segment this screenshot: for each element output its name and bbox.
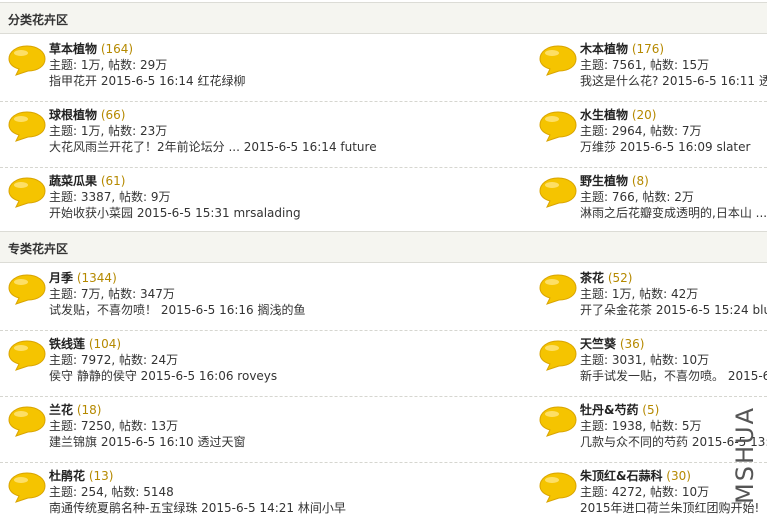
forum-name[interactable]: 野生植物 [580,174,628,188]
forum-stats: 主题: 254, 帖数: 5148 [49,485,174,499]
row-separator [0,330,767,331]
forum-last-post[interactable]: 新手试发一贴，不喜勿喷。 2015-6 [580,368,767,384]
forum-stats: 主题: 3031, 帖数: 10万 [580,353,710,367]
forum-name[interactable]: 杜鹃花 [49,469,85,483]
forum-item[interactable]: 蔬菜瓜果 (61) 主题: 3387, 帖数: 9万 开始收获小菜园 2015-6-… [7,173,527,235]
forum-name[interactable]: 木本植物 [580,42,628,56]
forum-name[interactable]: 牡丹&芍药 [580,403,638,417]
forum-today-count: (61) [100,174,126,188]
forum-item[interactable]: 月季 (1344) 主题: 7万, 帖数: 347万 试发贴，不喜勿喷！ 2015-… [7,270,527,332]
forum-name[interactable]: 兰花 [49,403,73,417]
row-separator [0,167,767,168]
forum-item[interactable]: 茶花 (52) 主题: 1万, 帖数: 42万 开了朵金花茶 2015-6-5 15… [538,270,767,332]
forum-item[interactable]: 木本植物 (176) 主题: 7561, 帖数: 15万 我这是什么花? 2015-… [538,41,767,103]
forum-name[interactable]: 草本植物 [49,42,97,56]
forum-bubble-icon[interactable] [538,44,578,76]
forum-last-post[interactable]: 淋雨之后花瓣变成透明的,日本山 ... [580,205,767,221]
forum-stats: 主题: 7972, 帖数: 24万 [49,353,179,367]
forum-stats: 主题: 1万, 帖数: 29万 [49,58,168,72]
forum-name[interactable]: 球根植物 [49,108,97,122]
forum-name[interactable]: 铁线莲 [49,337,85,351]
forum-bubble-icon[interactable] [7,405,47,437]
forum-item[interactable]: 水生植物 (20) 主题: 2964, 帖数: 7万 万维莎 2015-6-5 16… [538,107,767,169]
forum-last-post[interactable]: 开了朵金花茶 2015-6-5 15:24 blue [580,302,767,318]
forum-last-post[interactable]: 万维莎 2015-6-5 16:09 slater [580,139,750,155]
forum-item[interactable]: 野生植物 (8) 主题: 766, 帖数: 2万 淋雨之后花瓣变成透明的,日本山 .… [538,173,767,235]
forum-today-count: (5) [642,403,660,417]
mshua-watermark: MSHUA [731,406,759,504]
forum-today-count: (30) [666,469,691,483]
forum-stats: 主题: 7250, 帖数: 13万 [49,419,179,433]
forum-last-post[interactable]: 大花风雨兰开花了！2年前论坛分 ... 2015-6-5 16:14 futur… [49,139,377,155]
forum-stats: 主题: 7万, 帖数: 347万 [49,287,175,301]
forum-bubble-icon[interactable] [538,110,578,142]
forum-stats: 主题: 3387, 帖数: 9万 [49,190,171,204]
section-title: 分类花卉区 [8,13,69,27]
forum-today-count: (52) [607,271,633,285]
forum-name[interactable]: 蔬菜瓜果 [49,174,97,188]
forum-bubble-icon[interactable] [538,339,578,371]
forum-stats: 主题: 1万, 帖数: 42万 [580,287,699,301]
forum-last-post[interactable]: 指甲花开 2015-6-5 16:14 红花绿柳 [49,73,246,89]
svg-text:MSHUA: MSHUA [731,406,759,504]
forum-bubble-icon[interactable] [7,176,47,208]
forum-item[interactable]: 草本植物 (164) 主题: 1万, 帖数: 29万 指甲花开 2015-6-5 1… [7,41,527,103]
forum-today-count: (164) [100,42,134,56]
forum-today-count: (13) [88,469,114,483]
forum-today-count: (20) [631,108,657,122]
forum-bubble-icon[interactable] [538,471,578,503]
forum-today-count: (18) [76,403,102,417]
forum-item[interactable]: 天竺葵 (36) 主题: 3031, 帖数: 10万 新手试发一贴，不喜勿喷。 20… [538,336,767,398]
forum-name[interactable]: 茶花 [580,271,604,285]
forum-bubble-icon[interactable] [538,405,578,437]
forum-bubble-icon[interactable] [538,273,578,305]
forum-item[interactable]: 球根植物 (66) 主题: 1万, 帖数: 23万 大花风雨兰开花了！2年前论坛分 … [7,107,527,169]
forum-bubble-icon[interactable] [7,273,47,305]
forum-today-count: (36) [619,337,645,351]
forum-item[interactable]: 兰花 (18) 主题: 7250, 帖数: 13万 建兰锦旗 2015-6-5 16… [7,402,527,464]
forum-bubble-icon[interactable] [7,44,47,76]
section-header-category: 分类花卉区 [0,2,767,34]
forum-today-count: (1344) [76,271,117,285]
forum-last-post[interactable]: 我这是什么花? 2015-6-5 16:11 透过 [580,73,767,89]
row-separator [0,462,767,463]
row-separator [0,101,767,102]
section-title: 专类花卉区 [8,242,69,256]
forum-stats: 主题: 2964, 帖数: 7万 [580,124,702,138]
forum-name[interactable]: 朱顶红&石蒜科 [580,469,662,483]
forum-last-post[interactable]: 开始收获小菜园 2015-6-5 15:31 mrsalading [49,205,301,221]
forum-name[interactable]: 天竺葵 [580,337,616,351]
forum-today-count: (176) [631,42,665,56]
forum-today-count: (8) [631,174,649,188]
forum-bubble-icon[interactable] [7,339,47,371]
forum-last-post[interactable]: 侯守 静静的侯守 2015-6-5 16:06 roveys [49,368,277,384]
forum-today-count: (104) [88,337,122,351]
forum-last-post[interactable]: 试发贴，不喜勿喷！ 2015-6-5 16:16 搁浅的鱼 [49,302,306,318]
forum-item[interactable]: 杜鹃花 (13) 主题: 254, 帖数: 5148 南通传统夏鹃名种-五宝绿珠 2… [7,468,527,530]
forum-stats: 主题: 1万, 帖数: 23万 [49,124,168,138]
forum-stats: 主题: 766, 帖数: 2万 [580,190,694,204]
forum-item[interactable]: 铁线莲 (104) 主题: 7972, 帖数: 24万 侯守 静静的侯守 2015-… [7,336,527,398]
row-separator [0,396,767,397]
forum-stats: 主题: 7561, 帖数: 15万 [580,58,710,72]
forum-today-count: (66) [100,108,126,122]
forum-name[interactable]: 水生植物 [580,108,628,122]
forum-bubble-icon[interactable] [538,176,578,208]
forum-bubble-icon[interactable] [7,110,47,142]
forum-bubble-icon[interactable] [7,471,47,503]
forum-last-post[interactable]: 南通传统夏鹃名种-五宝绿珠 2015-6-5 14:21 林间小早 [49,500,346,516]
forum-last-post[interactable]: 建兰锦旗 2015-6-5 16:10 透过天窗 [49,434,246,450]
forum-name[interactable]: 月季 [49,271,73,285]
section-header-special: 专类花卉区 [0,231,767,263]
